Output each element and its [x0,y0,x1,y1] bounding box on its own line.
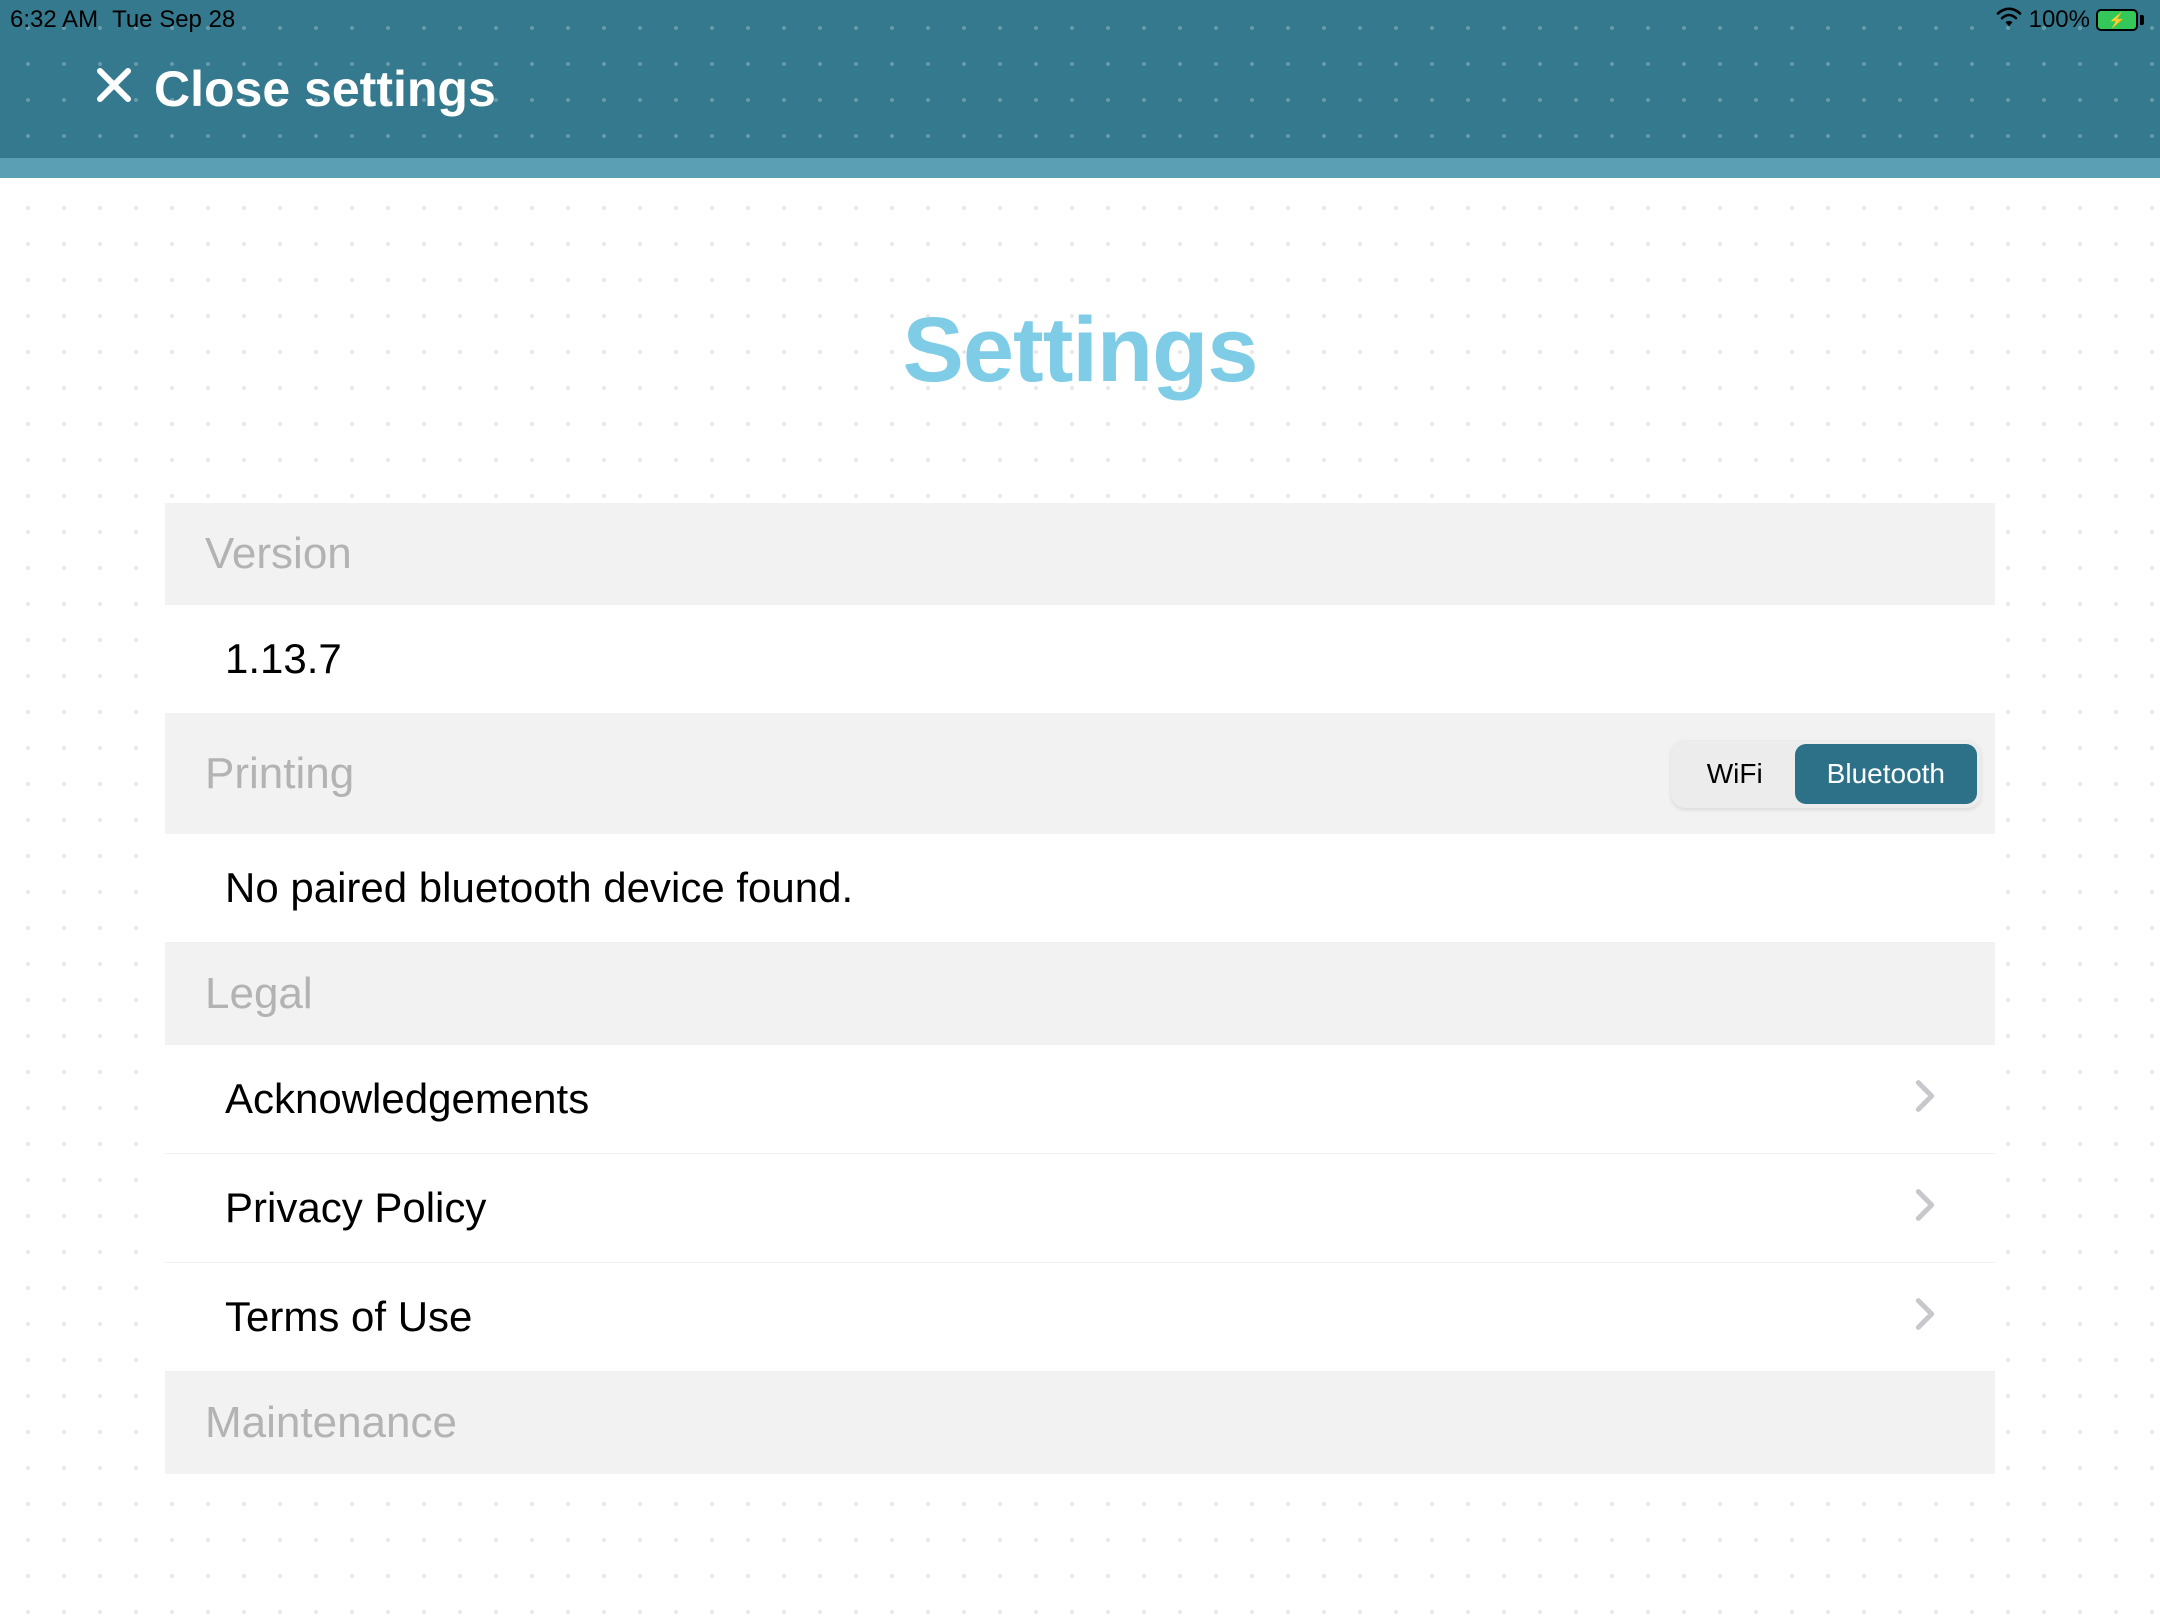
row-label: Terms of Use [225,1293,472,1341]
version-value: 1.13.7 [225,635,342,683]
section-header-version: Version [165,503,1995,605]
row-label: Acknowledgements [225,1075,589,1123]
legal-acknowledgements-row[interactable]: Acknowledgements [165,1045,1995,1154]
legal-privacy-row[interactable]: Privacy Policy [165,1154,1995,1263]
page-title: Settings [0,298,2160,403]
settings-list: Version 1.13.7 Printing WiFi Bluetooth N… [165,503,1995,1474]
printing-mode-toggle: WiFi Bluetooth [1671,740,1981,808]
section-header-legal: Legal [165,943,1995,1045]
section-header-label: Legal [205,969,313,1019]
segment-bluetooth[interactable]: Bluetooth [1795,744,1977,804]
close-icon [94,65,134,114]
section-header-label: Version [205,529,352,579]
status-time: 6:32 AM [10,6,98,34]
section-header-label: Maintenance [205,1398,457,1448]
battery-percent: 100% [2029,6,2090,34]
section-header-label: Printing [205,749,354,799]
status-bar: 6:32 AM Tue Sep 28 100% ⚡ [0,0,2160,40]
wifi-icon [1995,6,2023,35]
chevron-right-icon [1915,1293,1935,1341]
row-label: Privacy Policy [225,1184,486,1232]
section-header-printing: Printing WiFi Bluetooth [165,714,1995,834]
close-settings-label: Close settings [154,60,496,118]
version-row: 1.13.7 [165,605,1995,714]
section-header-maintenance: Maintenance [165,1372,1995,1474]
chevron-right-icon [1915,1184,1935,1232]
printing-status-text: No paired bluetooth device found. [225,864,853,912]
close-settings-button[interactable]: Close settings [94,60,496,118]
chevron-right-icon [1915,1075,1935,1123]
printing-status-row: No paired bluetooth device found. [165,834,1995,943]
accent-bar [0,158,2160,178]
segment-wifi[interactable]: WiFi [1675,744,1795,804]
legal-terms-row[interactable]: Terms of Use [165,1263,1995,1372]
battery-icon: ⚡ [2096,9,2144,31]
status-date: Tue Sep 28 [112,6,235,34]
